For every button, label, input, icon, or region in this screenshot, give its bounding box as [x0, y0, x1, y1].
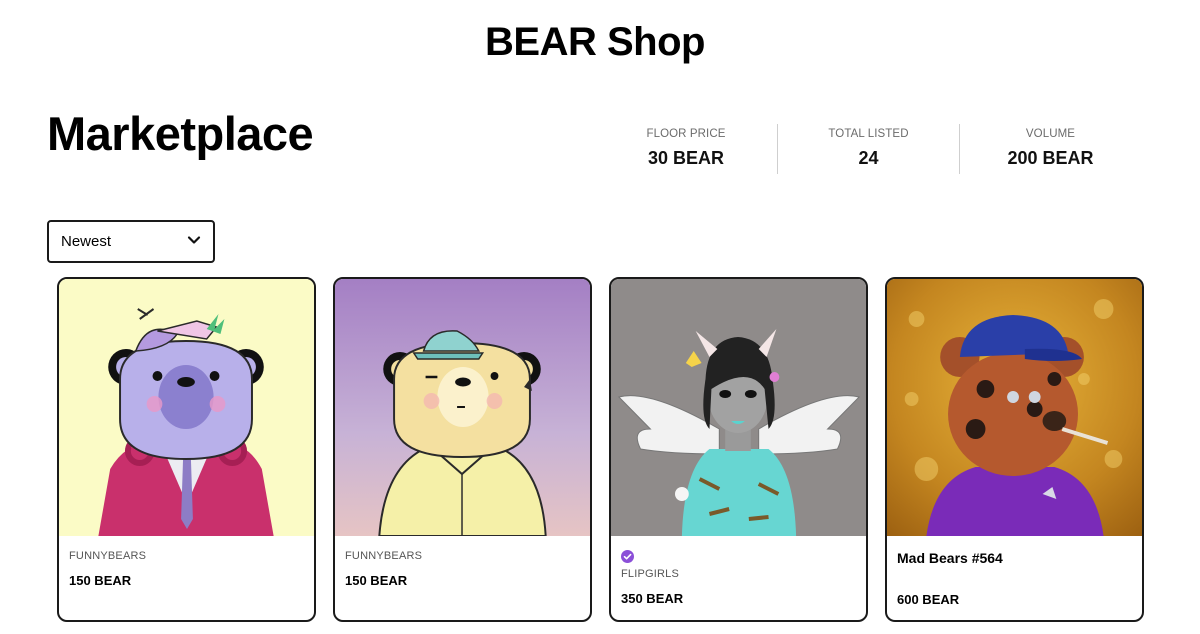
listings-grid: FUNNYBEARS 150 BEAR FUNNYBEARS 150 BEAR …	[57, 277, 1144, 622]
card-info: FUNNYBEARS 150 BEAR	[335, 536, 590, 588]
nft-price: 150 BEAR	[69, 573, 132, 588]
nft-image-winged-girl	[611, 279, 866, 536]
stat-volume: VOLUME 200 BEAR	[959, 124, 1141, 174]
nft-card[interactable]: FLIPGIRLS 350 BEAR	[609, 277, 868, 622]
nft-image-mad-bear	[887, 279, 1142, 536]
verified-check-icon	[621, 550, 634, 563]
stat-label: VOLUME	[1025, 128, 1076, 140]
nft-price: 350 BEAR	[621, 591, 684, 606]
nft-image-purple-bear	[59, 279, 314, 536]
nft-price: 600 BEAR	[897, 592, 960, 607]
collection-name: FUNNYBEARS	[69, 550, 147, 562]
stat-value: 30 BEAR	[647, 148, 725, 168]
card-info: Mad Bears #564	[887, 536, 1142, 566]
stat-value: 24	[858, 148, 879, 168]
collection-name: FLIPGIRLS	[621, 568, 680, 580]
shop-title: BEAR Shop	[485, 20, 705, 64]
collection-name: FUNNYBEARS	[345, 550, 423, 562]
nft-card[interactable]: Mad Bears #564 600 BEAR	[885, 277, 1144, 622]
chevron-down-icon	[187, 233, 201, 251]
stat-label: FLOOR PRICE	[646, 128, 726, 140]
stat-total-listed: TOTAL LISTED 24	[777, 124, 959, 174]
stat-value: 200 BEAR	[1007, 148, 1094, 168]
stat-label: TOTAL LISTED	[828, 128, 909, 140]
stat-floor-price: FLOOR PRICE 30 BEAR	[595, 124, 777, 174]
nft-card[interactable]: FUNNYBEARS 150 BEAR	[57, 277, 316, 622]
card-info: FUNNYBEARS 150 BEAR	[59, 536, 314, 588]
nft-name: Mad Bears #564	[897, 550, 1003, 566]
sort-dropdown[interactable]: Newest	[47, 220, 215, 263]
nft-price: 150 BEAR	[345, 573, 408, 588]
marketplace-stats: FLOOR PRICE 30 BEAR TOTAL LISTED 24 VOLU…	[595, 124, 1141, 174]
nft-image-yellow-bear	[335, 279, 590, 536]
nft-card[interactable]: FUNNYBEARS 150 BEAR	[333, 277, 592, 622]
sort-selected-value: Newest	[61, 233, 112, 250]
page-title: Marketplace	[47, 107, 314, 160]
card-info: FLIPGIRLS 350 BEAR	[611, 536, 866, 606]
